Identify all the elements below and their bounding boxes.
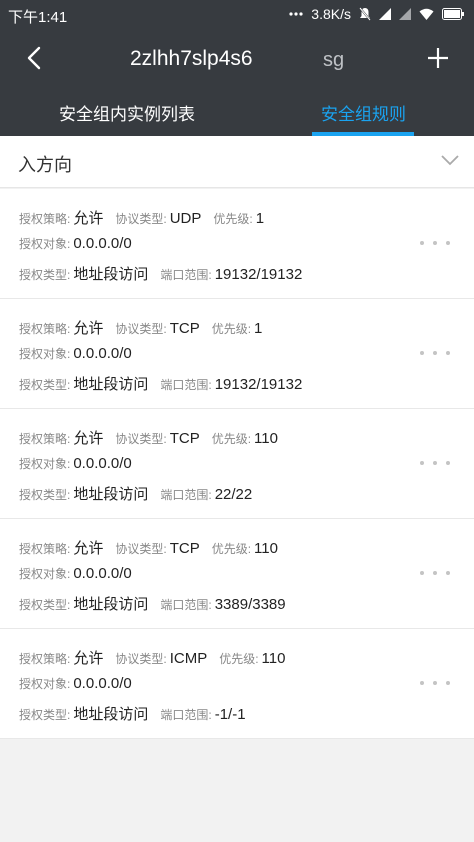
policy-value: 允许: [73, 430, 104, 447]
auth-type-value: 地址段访问: [73, 376, 149, 393]
wifi-icon: [419, 8, 434, 20]
policy-label: 授权策略:: [19, 322, 71, 336]
more-options-icon[interactable]: [420, 563, 450, 583]
auth-type-label: 授权类型:: [19, 268, 71, 282]
object-value: 0.0.0.0/0: [73, 675, 132, 692]
policy-value: 允许: [73, 650, 104, 667]
priority-label: 优先级:: [211, 542, 252, 556]
priority-value: 1: [255, 210, 265, 227]
priority-label: 优先级:: [211, 322, 252, 336]
protocol-label: 协议类型:: [115, 652, 167, 666]
page-title: 2zlhh7slp4s6: [130, 47, 253, 70]
rule-item: 授权策略: 允许 协议类型: TCP 优先级: 110 授权对象: 0.0.0.…: [0, 519, 474, 629]
object-label: 授权对象:: [19, 237, 71, 251]
auth-type-value: 地址段访问: [73, 706, 149, 723]
more-options-icon[interactable]: [420, 343, 450, 363]
object-label: 授权对象:: [19, 677, 71, 691]
signal-icon-1: [379, 8, 391, 20]
object-label: 授权对象:: [19, 347, 71, 361]
protocol-value: UDP: [169, 210, 202, 227]
network-speed: 3.8K/s: [311, 6, 351, 22]
back-button[interactable]: [18, 44, 50, 76]
section-title: 入方向: [18, 155, 72, 175]
protocol-label: 协议类型:: [115, 542, 167, 556]
auth-type-value: 地址段访问: [73, 486, 149, 503]
priority-label: 优先级:: [213, 212, 253, 226]
priority-value: 1: [254, 320, 263, 337]
auth-type-value: 地址段访问: [73, 266, 149, 283]
priority-value: 110: [254, 540, 278, 557]
chevron-down-icon: [441, 153, 459, 171]
object-label: 授权对象:: [19, 567, 71, 581]
port-range-value: 22/22: [214, 486, 253, 503]
protocol-value: ICMP: [169, 650, 208, 667]
port-range-label: 端口范围:: [160, 268, 212, 282]
port-range-label: 端口范围:: [160, 598, 212, 612]
priority-value: 110: [261, 650, 286, 667]
more-options-icon[interactable]: [420, 673, 450, 693]
tab-instance-list[interactable]: 安全组内实例列表: [59, 100, 195, 125]
policy-label: 授权策略:: [19, 542, 71, 556]
app-bar: 2zlhh7slp4s6 sg: [0, 30, 474, 90]
policy-value: 允许: [73, 540, 104, 557]
add-rule-button[interactable]: [422, 44, 454, 76]
page-title-tail: sg: [323, 49, 345, 71]
more-dots-icon: [289, 12, 303, 16]
object-value: 0.0.0.0/0: [73, 345, 132, 362]
port-range-label: 端口范围:: [160, 708, 212, 722]
rule-item: 授权策略: 允许 协议类型: ICMP 优先级: 110 授权对象: 0.0.0…: [0, 629, 474, 739]
auth-type-label: 授权类型:: [19, 378, 71, 392]
policy-label: 授权策略:: [19, 432, 71, 446]
rule-item: 授权策略: 允许 协议类型: TCP 优先级: 1 授权对象: 0.0.0.0/…: [0, 299, 474, 409]
tab-bar: 安全组内实例列表 安全组规则: [0, 90, 474, 136]
protocol-label: 协议类型:: [115, 432, 167, 446]
more-options-icon[interactable]: [420, 453, 450, 473]
protocol-value: TCP: [169, 430, 200, 447]
plus-icon: [427, 47, 449, 74]
object-label: 授权对象:: [19, 457, 71, 471]
status-time: 下午1:41: [8, 9, 68, 26]
auth-type-label: 授权类型:: [19, 598, 71, 612]
protocol-value: TCP: [169, 320, 200, 337]
port-range-value: 3389/3389: [214, 596, 286, 613]
object-value: 0.0.0.0/0: [73, 565, 132, 582]
rule-item: 授权策略: 允许 协议类型: UDP 优先级: 1 授权对象: 0.0.0.0/…: [0, 189, 474, 299]
rule-item: 授权策略: 允许 协议类型: TCP 优先级: 110 授权对象: 0.0.0.…: [0, 409, 474, 519]
status-bar: 下午1:41 3.8K/s: [0, 0, 474, 30]
policy-value: 允许: [73, 320, 104, 337]
rule-list: 授权策略: 允许 协议类型: UDP 优先级: 1 授权对象: 0.0.0.0/…: [0, 189, 474, 739]
priority-value: 110: [254, 430, 278, 447]
status-icons: 3.8K/s: [289, 6, 464, 22]
port-range-value: 19132/19132: [214, 376, 303, 393]
chevron-left-icon: [27, 46, 41, 75]
mute-icon: [359, 7, 371, 21]
auth-type-label: 授权类型:: [19, 708, 71, 722]
policy-label: 授权策略:: [19, 212, 71, 226]
auth-type-label: 授权类型:: [19, 488, 71, 502]
port-range-label: 端口范围:: [160, 378, 212, 392]
port-range-label: 端口范围:: [160, 488, 212, 502]
priority-label: 优先级:: [211, 432, 252, 446]
battery-icon: [442, 8, 464, 20]
tab-security-rules[interactable]: 安全组规则: [321, 100, 406, 125]
port-range-value: -1/-1: [214, 706, 246, 723]
policy-label: 授权策略:: [19, 652, 71, 666]
port-range-value: 19132/19132: [214, 266, 303, 283]
inbound-section-header[interactable]: 入方向: [0, 136, 474, 188]
object-value: 0.0.0.0/0: [73, 235, 132, 252]
signal-icon-2: [399, 8, 411, 20]
protocol-label: 协议类型:: [115, 322, 167, 336]
auth-type-value: 地址段访问: [73, 596, 149, 613]
policy-value: 允许: [73, 210, 104, 227]
priority-label: 优先级:: [219, 652, 259, 666]
more-options-icon[interactable]: [420, 233, 450, 253]
object-value: 0.0.0.0/0: [73, 455, 132, 472]
protocol-value: TCP: [169, 540, 200, 557]
protocol-label: 协议类型:: [115, 212, 167, 226]
